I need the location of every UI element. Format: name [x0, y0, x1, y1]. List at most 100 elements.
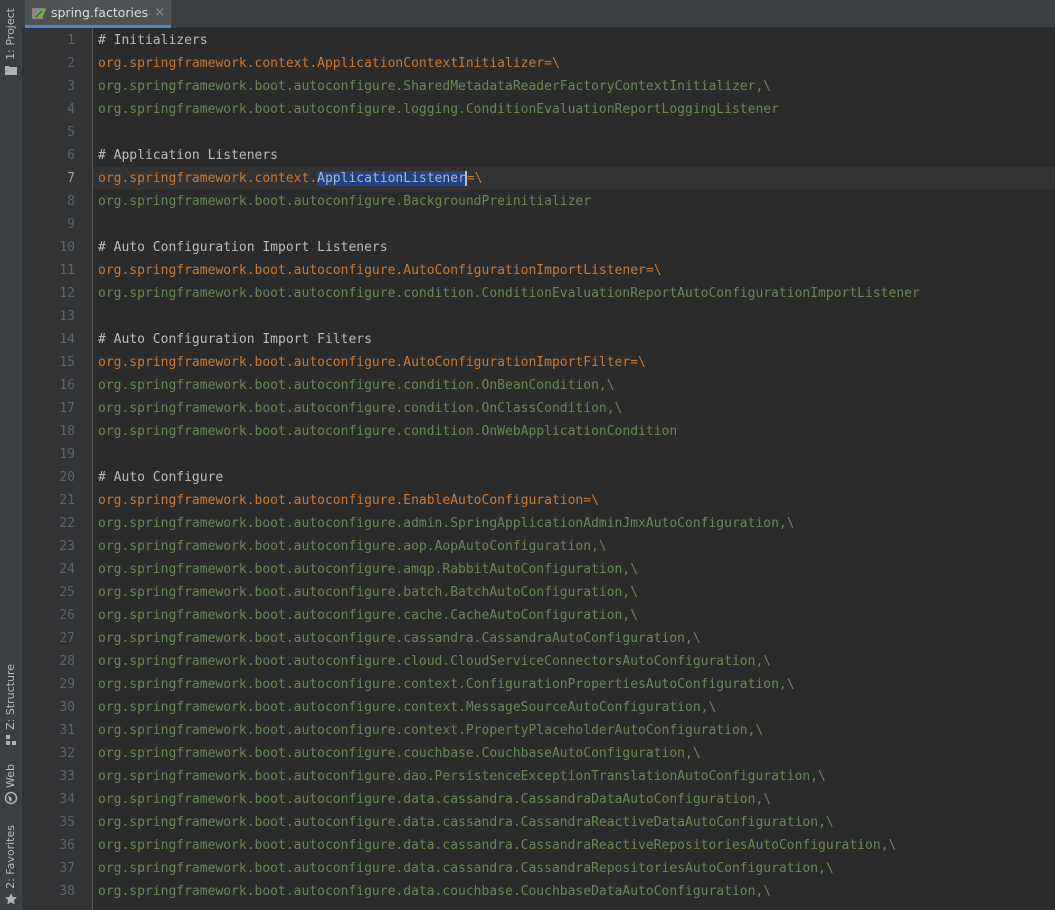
code-line[interactable]: 12 org.springframework.boot.autoconfigure… — [59, 282, 1055, 305]
line-number: 38 — [59, 884, 75, 899]
code-line[interactable]: 8 org.springframework.boot.autoconfigure.… — [67, 190, 1055, 213]
code-line[interactable]: 23 org.springframework.boot.autoconfigure… — [59, 535, 1055, 558]
line-number: 20 — [59, 470, 75, 485]
code-line[interactable]: 3 org.springframework.boot.autoconfigure.… — [67, 75, 1055, 98]
code-line[interactable]: 13 — [59, 305, 1055, 328]
code-text: org.springframework.boot.autoconfigure.S… — [98, 75, 771, 98]
code-line[interactable]: 27 org.springframework.boot.autoconfigure… — [59, 627, 1055, 650]
code-line[interactable]: 5 — [67, 121, 1055, 144]
code-line[interactable]: 37 org.springframework.boot.autoconfigure… — [59, 857, 1055, 880]
code-line[interactable]: 25 org.springframework.boot.autoconfigure… — [59, 581, 1055, 604]
code-line[interactable]: 11 org.springframework.boot.autoconfigure… — [59, 259, 1055, 282]
line-number: 22 — [59, 516, 75, 531]
code-text: org.springframework.boot.autoconfigure.c… — [98, 627, 701, 650]
code-text: org.springframework.boot.autoconfigure.A… — [98, 351, 646, 374]
code-line[interactable]: 31 org.springframework.boot.autoconfigure… — [59, 719, 1055, 742]
code-text: org.springframework.boot.autoconfigure.a… — [98, 535, 607, 558]
code-line[interactable]: 29 org.springframework.boot.autoconfigure… — [59, 673, 1055, 696]
code-line[interactable]: 2 org.springframework.context.Application… — [67, 52, 1055, 75]
code-line[interactable]: 38 org.springframework.boot.autoconfigure… — [59, 880, 1055, 903]
line-number: 21 — [59, 493, 75, 508]
property-key: org.springframework.context. — [98, 171, 318, 186]
code-line[interactable]: 7 org.springframework.context.Application… — [67, 167, 1055, 190]
comment-text: # Auto Configure — [98, 470, 224, 485]
code-line[interactable]: 35 org.springframework.boot.autoconfigure… — [59, 811, 1055, 834]
line-number: 35 — [59, 815, 75, 830]
line-continuation: =\ — [630, 355, 646, 370]
code-text: org.springframework.boot.autoconfigure.c… — [98, 696, 716, 719]
code-line[interactable]: 32 org.springframework.boot.autoconfigure… — [59, 742, 1055, 765]
code-text: org.springframework.boot.autoconfigure.b… — [98, 581, 638, 604]
code-line[interactable]: 24 org.springframework.boot.autoconfigure… — [59, 558, 1055, 581]
code-text: org.springframework.boot.autoconfigure.c… — [98, 282, 920, 305]
code-text: org.springframework.context.ApplicationL… — [98, 167, 483, 190]
property-value: org.springframework.boot.autoconfigure.c… — [98, 746, 701, 761]
property-value: org.springframework.boot.autoconfigure.c… — [98, 608, 639, 623]
property-value: org.springframework.boot.autoconfigure.c… — [98, 677, 795, 692]
close-tab-icon[interactable]: × — [154, 5, 165, 20]
code-line[interactable]: 18 org.springframework.boot.autoconfigure… — [59, 420, 1055, 443]
line-number: 11 — [59, 263, 75, 278]
line-number: 15 — [59, 355, 75, 370]
code-line[interactable]: 16 org.springframework.boot.autoconfigure… — [59, 374, 1055, 397]
code-line[interactable]: 22 org.springframework.boot.autoconfigure… — [59, 512, 1055, 535]
line-number: 36 — [59, 838, 75, 853]
code-line[interactable]: 19 — [59, 443, 1055, 466]
code-line[interactable]: 15 org.springframework.boot.autoconfigure… — [59, 351, 1055, 374]
line-number: 26 — [59, 608, 75, 623]
code-text: # Auto Configuration Import Filters — [98, 328, 372, 351]
code-line[interactable]: 26 org.springframework.boot.autoconfigure… — [59, 604, 1055, 627]
line-continuation: =\ — [583, 493, 599, 508]
line-number: 5 — [67, 125, 75, 140]
property-value: org.springframework.boot.autoconfigure.c… — [98, 723, 764, 738]
property-value: org.springframework.boot.autoconfigure.d… — [98, 769, 826, 784]
line-number: 14 — [59, 332, 75, 347]
line-number: 16 — [59, 378, 75, 393]
code-line[interactable]: 21 org.springframework.boot.autoconfigure… — [59, 489, 1055, 512]
code-text: org.springframework.boot.autoconfigure.c… — [98, 420, 677, 443]
line-number: 17 — [59, 401, 75, 416]
code-line[interactable]: 28 org.springframework.boot.autoconfigure… — [59, 650, 1055, 673]
code-line[interactable]: 33 org.springframework.boot.autoconfigure… — [59, 765, 1055, 788]
property-value: org.springframework.boot.autoconfigure.a… — [98, 516, 795, 531]
property-value: org.springframework.boot.autoconfigure.B… — [98, 194, 592, 209]
code-line[interactable]: 20 # Auto Configure — [59, 466, 1055, 489]
code-line[interactable]: 34 org.springframework.boot.autoconfigure… — [59, 788, 1055, 811]
code-line[interactable]: 30 org.springframework.boot.autoconfigure… — [59, 696, 1055, 719]
code-line[interactable]: 14 # Auto Configuration Import Filters — [59, 328, 1055, 351]
code-text: org.springframework.boot.autoconfigure.a… — [98, 558, 638, 581]
tab-spring-factories[interactable]: spring.factories × — [25, 0, 172, 28]
code-editor[interactable]: 1 # Initializers 2 org.springframework.cont… — [59, 28, 1055, 910]
code-line[interactable]: 9 — [67, 213, 1055, 236]
property-value: org.springframework.boot.autoconfigure.c… — [98, 631, 701, 646]
property-key: org.springframework.boot.autoconfigure.A… — [98, 263, 646, 278]
line-number: 6 — [67, 148, 75, 163]
line-number: 29 — [59, 677, 75, 692]
line-number: 10 — [59, 240, 75, 255]
line-continuation: =\ — [466, 171, 483, 186]
line-number: 33 — [59, 769, 75, 784]
code-text: org.springframework.boot.autoconfigure.c… — [98, 397, 622, 420]
code-text: org.springframework.boot.autoconfigure.d… — [98, 834, 896, 857]
line-number: 2 — [67, 56, 75, 71]
line-number: 23 — [59, 539, 75, 554]
code-text: # Application Listeners — [98, 144, 278, 167]
line-number: 31 — [59, 723, 75, 738]
comment-text: # Auto Configuration Import Filters — [98, 332, 372, 347]
code-line[interactable]: 10 # Auto Configuration Import Listeners — [59, 236, 1055, 259]
code-line[interactable]: 36 org.springframework.boot.autoconfigure… — [59, 834, 1055, 857]
property-value: org.springframework.boot.autoconfigure.c… — [98, 378, 615, 393]
code-text: org.springframework.context.ApplicationC… — [98, 52, 560, 75]
property-value: org.springframework.boot.autoconfigure.c… — [98, 654, 772, 669]
line-number: 4 — [67, 102, 75, 117]
line-continuation: =\ — [544, 56, 560, 71]
comment-text: # Initializers — [98, 33, 208, 48]
code-text: org.springframework.boot.autoconfigure.d… — [98, 788, 771, 811]
code-line[interactable]: 4 org.springframework.boot.autoconfigure.… — [67, 98, 1055, 121]
line-number: 32 — [59, 746, 75, 761]
property-value: org.springframework.boot.autoconfigure.b… — [98, 585, 639, 600]
code-line[interactable]: 6 # Application Listeners — [67, 144, 1055, 167]
code-line[interactable]: 1 # Initializers — [67, 29, 1055, 52]
property-value: org.springframework.boot.autoconfigure.a… — [98, 539, 607, 554]
code-line[interactable]: 17 org.springframework.boot.autoconfigure… — [59, 397, 1055, 420]
